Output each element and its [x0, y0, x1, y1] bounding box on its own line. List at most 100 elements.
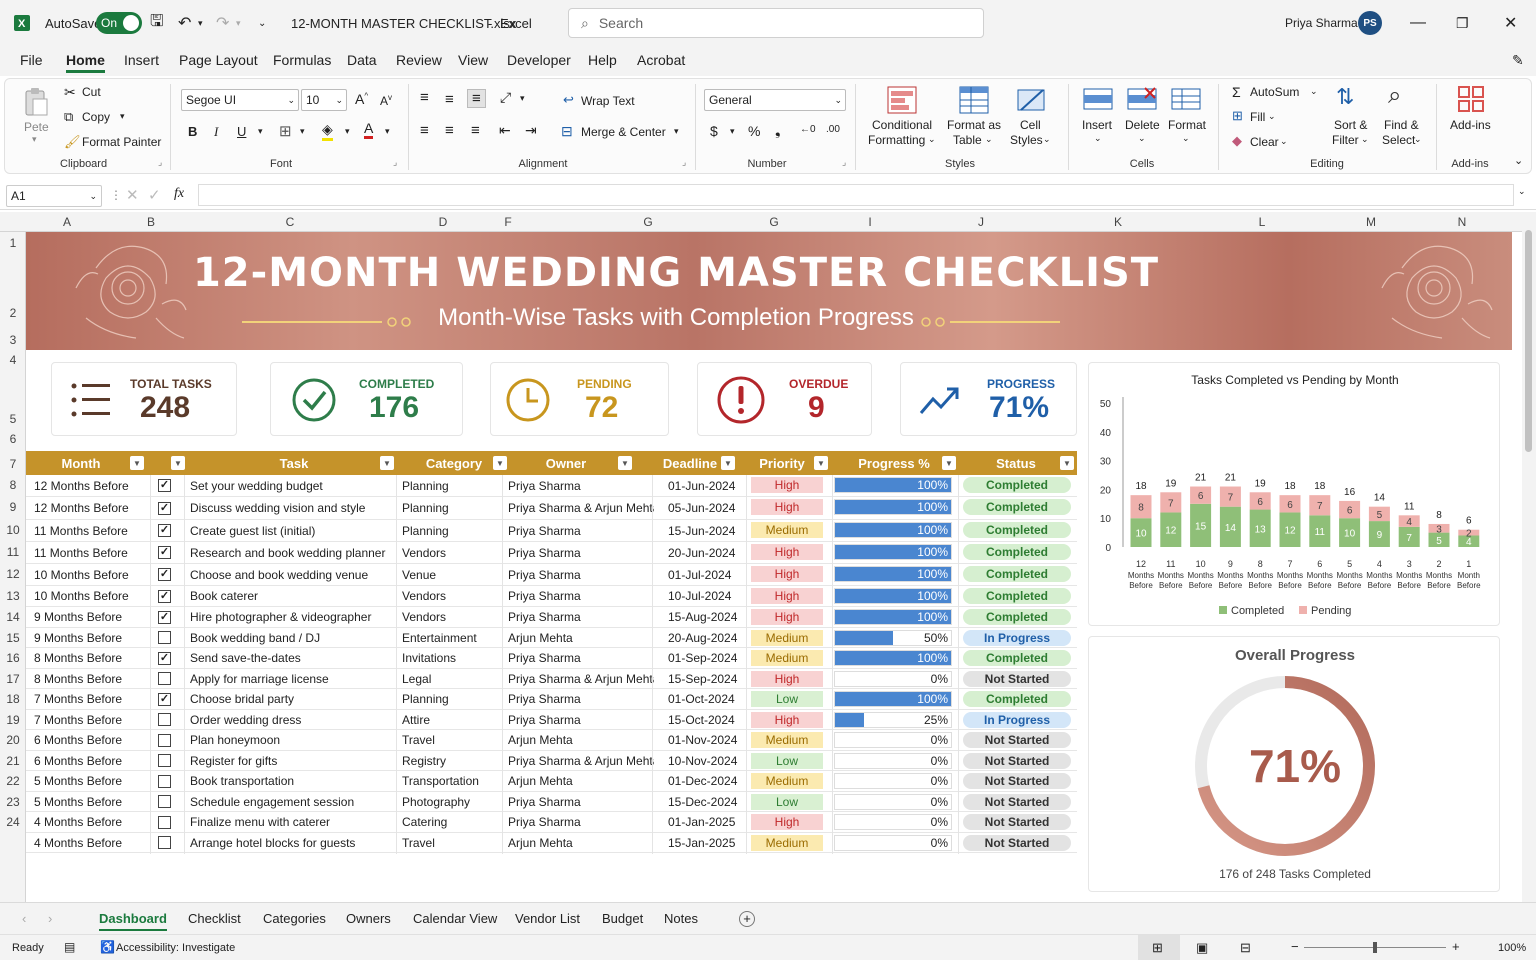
format-dropdown-icon[interactable]: ⌄: [1182, 133, 1190, 144]
page-break-view-icon[interactable]: ⊟: [1240, 940, 1251, 956]
increase-indent-icon[interactable]: ⇥: [525, 122, 537, 139]
wrap-text-button[interactable]: Wrap Text: [581, 94, 635, 108]
number-launcher-icon[interactable]: ⌟: [842, 157, 846, 168]
user-avatar-button[interactable]: PS: [1358, 0, 1382, 46]
tab-page-layout[interactable]: Page Layout: [179, 52, 258, 68]
sort-filter-button[interactable]: Sort &: [1334, 118, 1367, 132]
column-header[interactable]: K: [1100, 215, 1136, 229]
tab-review[interactable]: Review: [396, 52, 442, 68]
column-header[interactable]: D: [425, 215, 461, 229]
row-header[interactable]: 23: [0, 795, 26, 809]
expand-formula-icon[interactable]: ⌄: [1518, 186, 1526, 197]
tab-data[interactable]: Data: [347, 52, 377, 68]
align-right-icon[interactable]: ≡: [471, 122, 480, 139]
decrease-decimal-icon[interactable]: .00: [826, 124, 840, 135]
scroll-right-icon[interactable]: ›: [48, 911, 52, 926]
filter-dropdown-icon[interactable]: ▼: [130, 456, 144, 470]
task-checkbox[interactable]: ✓: [158, 568, 171, 581]
row-header[interactable]: 14: [0, 610, 26, 624]
undo-icon[interactable]: ↶: [178, 0, 191, 46]
orientation-icon[interactable]: ⤢: [500, 89, 511, 106]
task-checkbox[interactable]: ✓: [158, 589, 171, 603]
search-input[interactable]: ⌕ Search: [568, 8, 984, 38]
align-left-icon[interactable]: ≡: [420, 122, 429, 139]
save-icon[interactable]: 🖫: [150, 0, 164, 46]
align-middle-icon[interactable]: ≡: [445, 91, 454, 108]
align-bottom-icon[interactable]: ≡: [467, 89, 486, 108]
add-ins-button[interactable]: Add-ins: [1450, 118, 1491, 132]
number-format-select[interactable]: General ⌄: [704, 89, 846, 111]
pen-icon[interactable]: ✎: [1512, 52, 1524, 69]
tab-help[interactable]: Help: [588, 52, 617, 68]
filter-dropdown-icon[interactable]: ▼: [493, 456, 507, 470]
row-header[interactable]: 9: [0, 500, 26, 514]
column-header[interactable]: L: [1244, 215, 1280, 229]
align-center-icon[interactable]: ≡: [445, 122, 454, 139]
task-checkbox[interactable]: ✓: [158, 692, 171, 706]
column-header[interactable]: C: [250, 215, 330, 229]
zoom-out-icon[interactable]: −: [1291, 939, 1299, 954]
row-header[interactable]: 1: [0, 236, 26, 250]
close-icon[interactable]: ✕: [1504, 0, 1517, 46]
format-painter-button[interactable]: Format Painter: [82, 135, 161, 149]
tab-developer[interactable]: Developer: [507, 52, 571, 68]
filter-dropdown-icon[interactable]: ▼: [814, 456, 828, 470]
column-header[interactable]: G: [756, 215, 792, 229]
fill-dropdown-icon[interactable]: ⌄: [1268, 111, 1276, 122]
percent-icon[interactable]: %: [748, 123, 760, 139]
font-launcher-icon[interactable]: ⌟: [393, 157, 397, 168]
fat-dropdown-icon[interactable]: ⌄: [985, 134, 993, 145]
scroll-left-icon[interactable]: ‹: [22, 911, 26, 926]
column-header[interactable]: B: [140, 215, 162, 229]
fill-button[interactable]: Fill: [1250, 110, 1265, 124]
column-header[interactable]: I: [852, 215, 888, 229]
task-checkbox[interactable]: [158, 815, 171, 829]
task-checkbox[interactable]: [158, 733, 171, 747]
merge-center-button[interactable]: Merge & Center: [581, 125, 666, 139]
currency-icon[interactable]: $: [710, 123, 718, 139]
row-header[interactable]: 7: [0, 457, 26, 471]
zoom-level[interactable]: 100%: [1498, 942, 1526, 954]
undo-dropdown-icon[interactable]: ▾: [198, 0, 203, 46]
clear-dropdown-icon[interactable]: ⌄: [1280, 136, 1288, 147]
tab-acrobat[interactable]: Acrobat: [637, 52, 685, 68]
task-checkbox[interactable]: [158, 672, 171, 685]
scrollbar-thumb[interactable]: [1525, 230, 1532, 452]
macro-icon[interactable]: ▤: [64, 940, 75, 954]
redo-dropdown-icon[interactable]: ▾: [236, 0, 241, 46]
sheet-tab-checklist[interactable]: Checklist: [188, 911, 241, 926]
task-checkbox[interactable]: ✓: [158, 546, 171, 559]
borders-dropdown-icon[interactable]: ▾: [300, 126, 305, 137]
autosave-toggle[interactable]: On: [96, 0, 142, 46]
font-color-icon[interactable]: A: [364, 120, 374, 139]
sheet-tab-dashboard[interactable]: Dashboard: [99, 911, 167, 931]
row-header[interactable]: 15: [0, 631, 26, 645]
sheet-tab-notes[interactable]: Notes: [664, 911, 698, 926]
enter-icon[interactable]: ✓: [148, 186, 161, 204]
decrease-indent-icon[interactable]: ⇤: [499, 122, 511, 139]
filter-dropdown-icon[interactable]: ▼: [171, 456, 185, 470]
row-header[interactable]: 3: [0, 333, 26, 347]
column-header[interactable]: N: [1444, 215, 1480, 229]
task-checkbox[interactable]: [158, 795, 171, 808]
name-box[interactable]: A1 ⌄: [6, 185, 102, 207]
filter-dropdown-icon[interactable]: ▼: [1060, 456, 1074, 470]
italic-icon[interactable]: I: [214, 124, 218, 140]
find-select-button[interactable]: Find &: [1384, 118, 1419, 132]
bar-chart[interactable]: Tasks Completed vs Pending by Month 0 10 2…: [1088, 362, 1500, 626]
cancel-icon[interactable]: ✕: [126, 186, 139, 204]
redo-icon[interactable]: ↷: [216, 0, 229, 46]
clipboard-launcher-icon[interactable]: ⌟: [158, 157, 162, 168]
row-header[interactable]: 21: [0, 754, 26, 768]
column-header[interactable]: A: [26, 215, 108, 229]
font-name-select[interactable]: Segoe UI ⌄: [181, 89, 299, 111]
row-header[interactable]: 13: [0, 589, 26, 603]
worksheet[interactable]: 12-MONTH WEDDING MASTER CHECKLIST Month-…: [26, 232, 1512, 902]
filter-dropdown-icon[interactable]: ▼: [721, 456, 735, 470]
filter-dropdown-icon[interactable]: ▼: [380, 456, 394, 470]
orientation-dropdown-icon[interactable]: ▾: [520, 93, 525, 104]
paste-dropdown-icon[interactable]: ▾: [32, 134, 37, 145]
row-header[interactable]: 4: [0, 353, 26, 367]
underline-dropdown-icon[interactable]: ▾: [258, 126, 263, 137]
autosum-dropdown-icon[interactable]: ⌄: [1310, 86, 1318, 97]
